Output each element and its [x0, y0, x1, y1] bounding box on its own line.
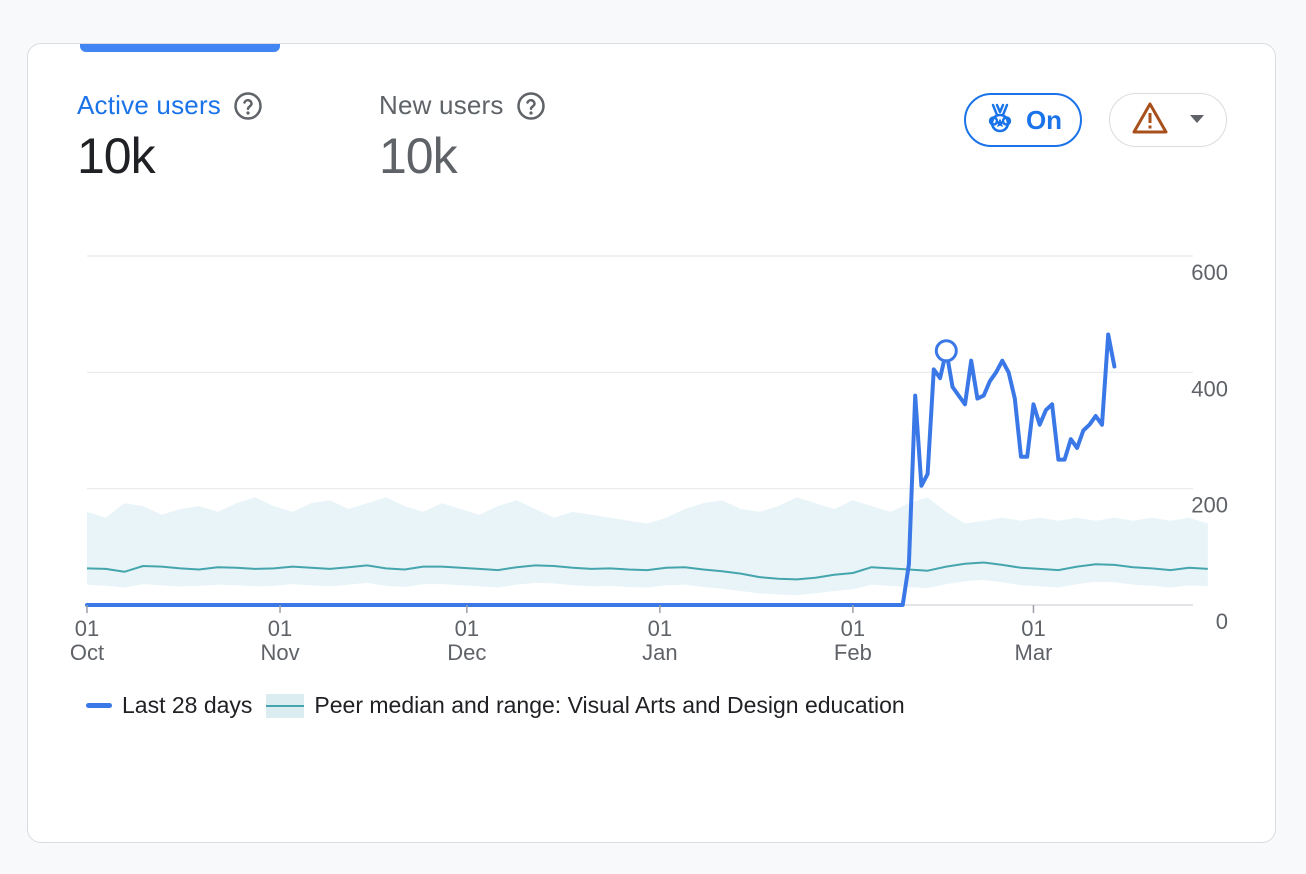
- legend-item-last-28-days[interactable]: Last 28 days: [86, 692, 252, 719]
- x-tick-day-nov: 01: [268, 616, 292, 641]
- x-tick-month-mar: Mar: [1015, 640, 1053, 665]
- y-tick-label-600: 600: [1191, 260, 1228, 285]
- peer-range-band: [87, 497, 1208, 596]
- active-users-card: Active users 10k New users 10k On 01 Oct…: [27, 43, 1276, 843]
- highlight-point[interactable]: [934, 339, 958, 363]
- legend-label-peer-median: Peer median and range: Visual Arts and D…: [314, 692, 905, 718]
- x-tick-month-oct: Oct: [70, 640, 104, 665]
- x-tick-day-feb: 01: [841, 616, 865, 641]
- active-users-line-chart: 01Oct01Nov01Dec01Jan01Feb01Mar 020040060…: [70, 255, 1228, 665]
- x-tick-day-jan: 01: [648, 616, 672, 641]
- y-tick-label-400: 400: [1191, 376, 1228, 401]
- legend-swatch-last-28-days: [86, 703, 112, 708]
- x-tick-month-jan: Jan: [642, 640, 677, 665]
- x-tick-month-dec: Dec: [447, 640, 486, 665]
- x-tick-day-mar: 01: [1021, 616, 1045, 641]
- legend-item-peer-median[interactable]: Peer median and range: Visual Arts and D…: [266, 692, 905, 719]
- x-tick-day-oct: 01: [75, 616, 99, 641]
- chart-legend: Last 28 days Peer median and range: Visu…: [86, 692, 919, 719]
- legend-label-last-28-days: Last 28 days: [122, 692, 253, 718]
- x-tick-day-dec: 01: [455, 616, 479, 641]
- y-tick-label-200: 200: [1191, 493, 1228, 518]
- y-tick-label-0: 0: [1216, 609, 1228, 634]
- x-tick-month-feb: Feb: [834, 640, 872, 665]
- x-tick-month-nov: Nov: [260, 640, 299, 665]
- legend-swatch-peer-median: [266, 693, 305, 718]
